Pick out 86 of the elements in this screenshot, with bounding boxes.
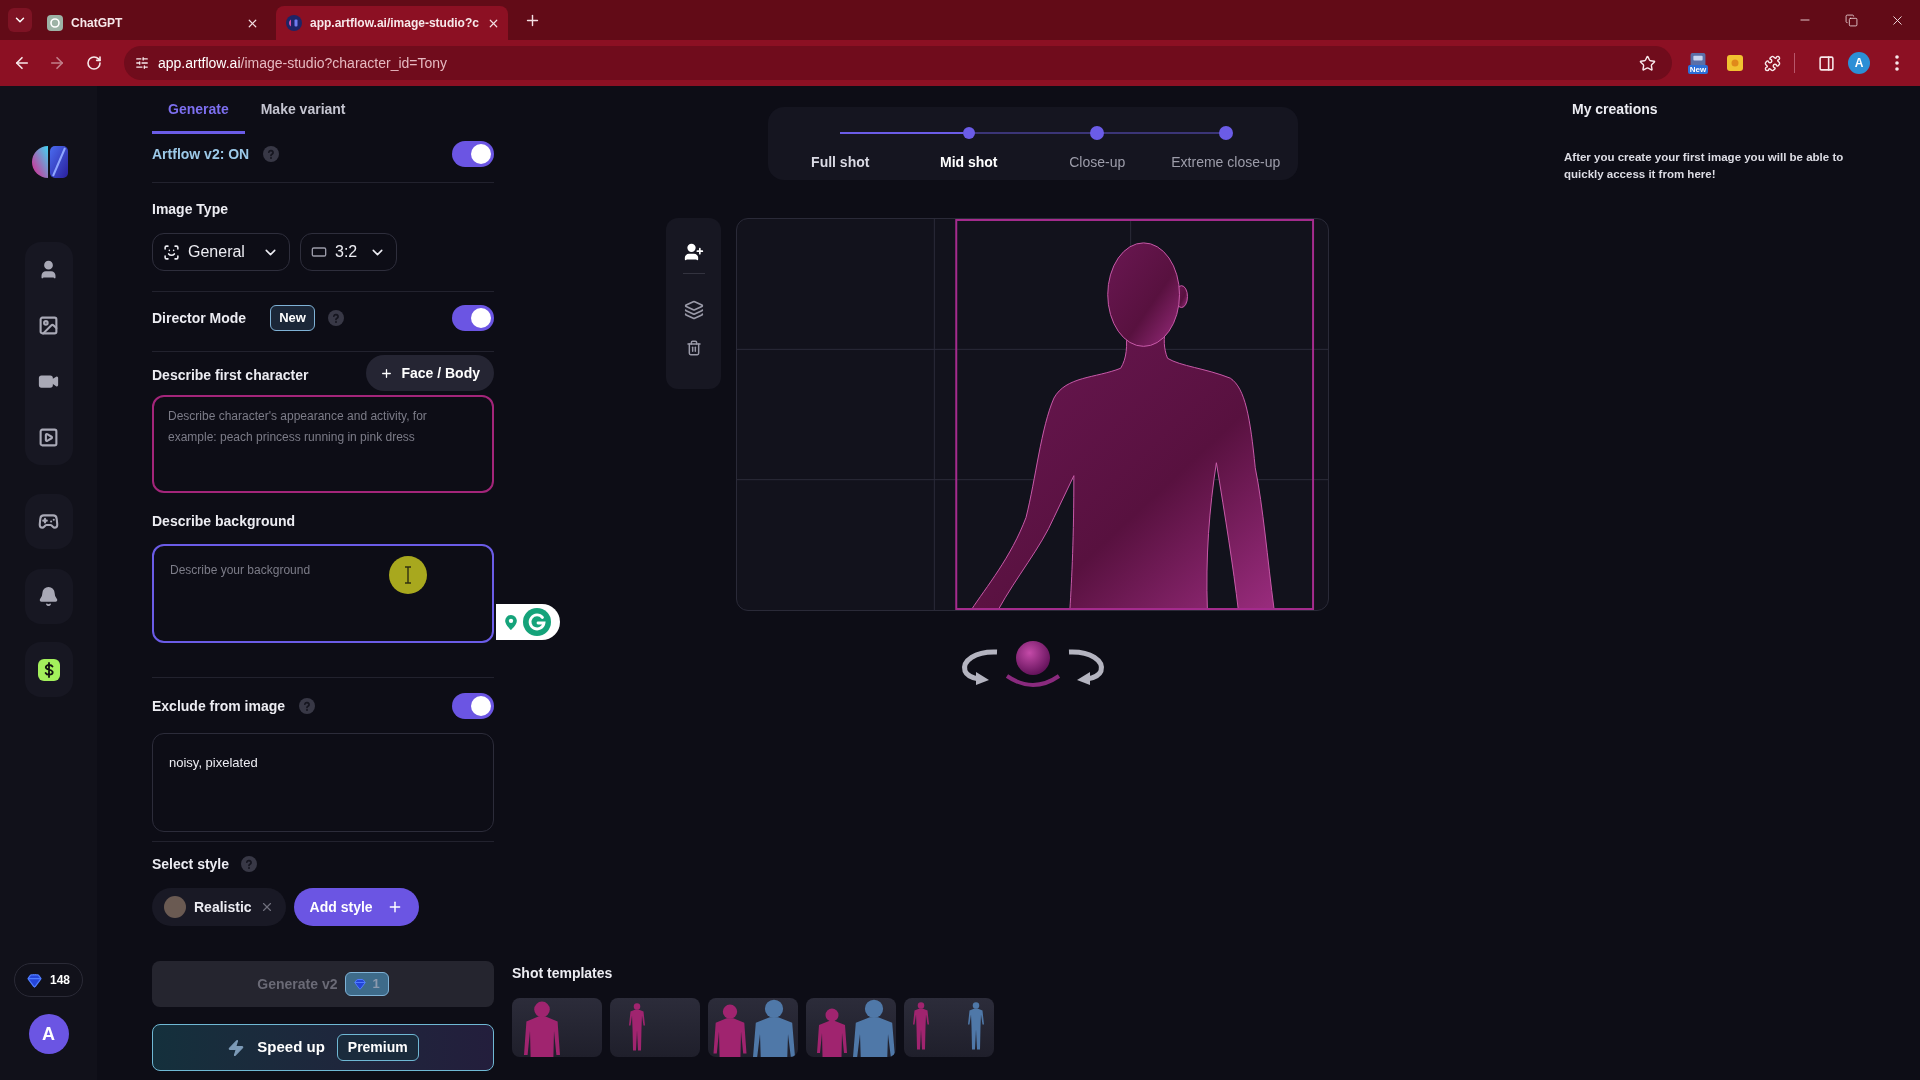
scan-face-icon — [163, 243, 180, 261]
url-text: app.artflow.ai/image-studio?character_id=Tony — [158, 53, 448, 73]
restore-icon — [1844, 13, 1858, 27]
section-label: Image Type — [152, 201, 229, 217]
slider-thumb[interactable] — [962, 127, 975, 139]
speed-up-button[interactable]: Speed up Premium — [152, 1024, 494, 1071]
mannequin-icon — [913, 1002, 929, 1050]
mannequin-icon — [817, 1008, 847, 1057]
bell-icon[interactable] — [38, 586, 59, 607]
aspect-ratio-dropdown[interactable]: 3:2 — [300, 233, 397, 271]
mannequin-icon — [713, 1004, 747, 1057]
shot-step-label[interactable]: Mid shot — [939, 152, 998, 173]
panel-tab[interactable]: Generate — [152, 86, 245, 134]
browser-tab[interactable]: ChatGPT — [37, 6, 269, 40]
section-label: Select style — [152, 856, 230, 872]
game-controller-icon[interactable] — [38, 511, 59, 532]
play-icon[interactable] — [38, 427, 59, 448]
shot-template-button[interactable] — [708, 998, 798, 1057]
dollar-icon[interactable] — [37, 658, 60, 681]
star-icon — [1638, 54, 1656, 72]
location-pin-icon — [505, 614, 517, 630]
cursor-highlight-icon — [389, 556, 427, 594]
extension-button[interactable]: New — [1684, 49, 1712, 77]
crop-frame[interactable] — [955, 219, 1315, 610]
browser-tab[interactable]: app.artflow.ai/image-studio?c — [276, 6, 508, 40]
mannequin-icon — [968, 1002, 984, 1050]
toggle-switch[interactable] — [452, 693, 494, 719]
aspect-ratio-icon — [311, 244, 327, 260]
new-badge: New — [270, 305, 315, 331]
section-label: Describe background — [152, 513, 297, 529]
empty-state-text: After you create your first image you will be able to quickly access it from here! — [1564, 150, 1845, 182]
image-type-dropdown[interactable]: General — [152, 233, 290, 271]
toggle-switch[interactable] — [452, 305, 494, 331]
add-style-button[interactable]: Add style — [293, 888, 419, 926]
shot-step-label[interactable]: Close-up — [1069, 152, 1126, 173]
plus-icon — [380, 366, 394, 380]
reload-icon — [86, 55, 102, 71]
shot-template-button[interactable] — [904, 998, 994, 1057]
section-label: Describe first character — [152, 366, 309, 383]
circle-logo-icon — [523, 608, 551, 636]
section-label: Shot templates — [512, 965, 614, 981]
menu-dots-icon — [1895, 55, 1899, 71]
character-description-field[interactable]: Describe character's appearance and activity, for example: peach princess running in pink dress — [152, 395, 494, 493]
lightning-icon — [227, 1038, 246, 1057]
panel-title: My creations — [1571, 101, 1659, 117]
face-body-button[interactable]: Face / Body — [366, 355, 494, 391]
trash-icon[interactable] — [685, 340, 702, 356]
extension-icon — [1690, 52, 1706, 66]
mannequin-icon — [753, 999, 795, 1057]
panel-tab[interactable]: Make variant — [244, 86, 362, 134]
mannequin-icon — [629, 1003, 645, 1051]
favicon-icon — [286, 15, 302, 31]
mannequin-icon — [524, 1001, 560, 1057]
puzzle-icon — [1763, 54, 1781, 72]
image-icon[interactable] — [38, 315, 59, 336]
premium-badge: Premium — [336, 1034, 419, 1061]
floating-widget[interactable] — [496, 604, 560, 640]
section-label: Exclude from image — [152, 698, 286, 714]
shot-step-label[interactable]: Full shot — [811, 152, 870, 173]
version-label: Artflow v2: ON — [152, 144, 250, 164]
tab-search-button[interactable] — [8, 8, 32, 32]
layers-icon[interactable] — [683, 300, 704, 320]
background-description-field[interactable]: Describe your background — [152, 544, 494, 643]
credits-count: 148 — [50, 972, 70, 989]
shot-template-button[interactable] — [806, 998, 896, 1057]
shot-step-label[interactable]: Extreme close-up — [1171, 152, 1281, 173]
profile-avatar[interactable]: A — [1848, 52, 1870, 74]
section-label: Director Mode — [152, 310, 247, 326]
arrow-right-icon — [48, 54, 66, 72]
new-badge: New — [1687, 64, 1709, 74]
style-chip[interactable]: Realistic — [152, 888, 286, 926]
exclude-field[interactable]: noisy, pixelated — [152, 733, 494, 832]
mannequin-icon — [853, 999, 895, 1057]
gem-icon — [354, 978, 367, 990]
cost-count: 1 — [372, 975, 380, 994]
gem-icon — [27, 972, 42, 988]
extension-icon — [1727, 55, 1743, 71]
sliders-icon — [135, 56, 149, 70]
address-bar[interactable]: app.artflow.ai/image-studio?character_id=Tony — [124, 46, 1672, 80]
toggle-switch[interactable] — [452, 141, 494, 167]
style-thumbnail — [164, 896, 186, 918]
add-person-icon[interactable] — [683, 242, 704, 262]
mannequin-figure[interactable] — [970, 242, 1275, 610]
favicon-icon — [47, 15, 63, 31]
side-panel-icon — [1817, 54, 1835, 72]
user-avatar[interactable]: A — [28, 1014, 69, 1054]
